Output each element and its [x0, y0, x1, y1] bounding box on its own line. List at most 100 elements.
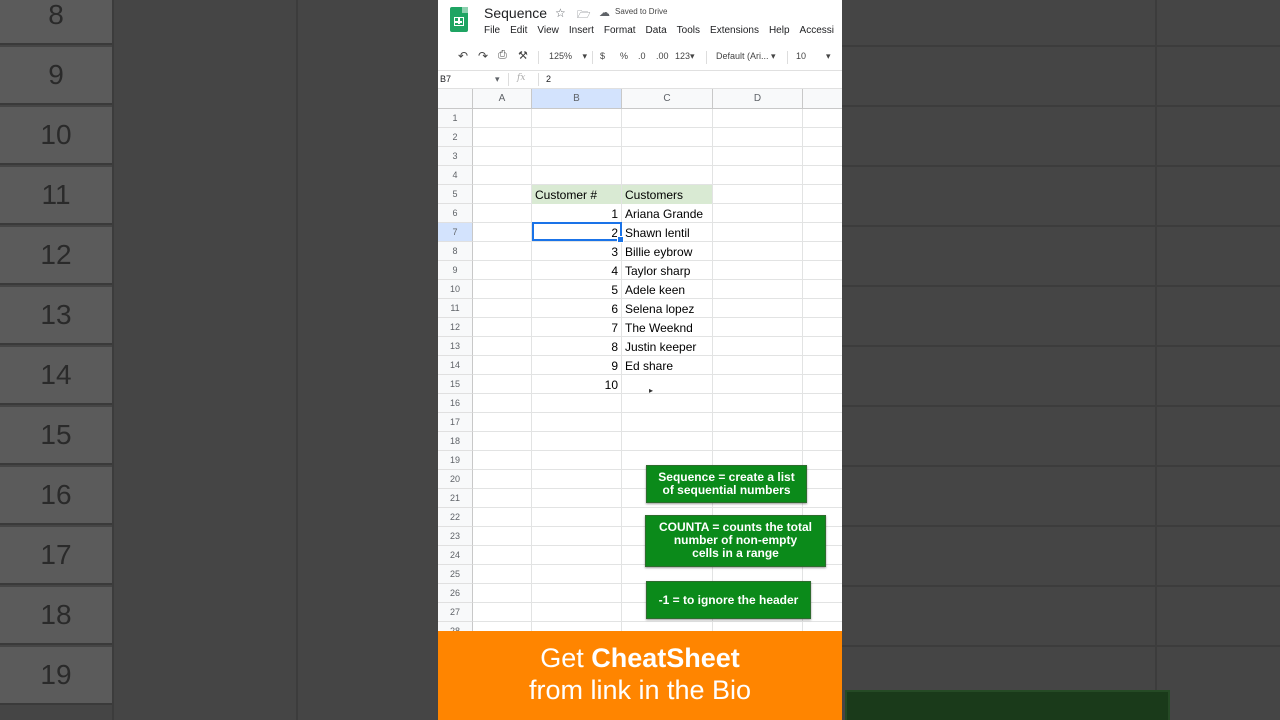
column-header-c[interactable]: C — [622, 89, 713, 109]
font-size-select[interactable]: 10 ▾ — [796, 51, 831, 62]
cell-customer-name[interactable]: The Weeknd — [625, 321, 693, 335]
row-header[interactable]: 13 — [438, 337, 473, 356]
row-header[interactable]: 9 — [438, 261, 473, 280]
banner-line-1: Get CheatSheet — [438, 643, 842, 674]
row-header[interactable]: 6 — [438, 204, 473, 223]
banner-bold-text: CheatSheet — [591, 643, 740, 673]
menu-file[interactable]: File — [484, 25, 500, 36]
column-header-e[interactable] — [803, 89, 842, 109]
cell-customer-number[interactable]: 6 — [532, 302, 620, 316]
cell-customer-name[interactable]: Ed share — [625, 359, 673, 373]
bg-row-line — [842, 45, 1280, 47]
menu-view[interactable]: View — [537, 25, 559, 36]
row-header[interactable]: 11 — [438, 299, 473, 318]
column-header-b[interactable]: B — [532, 89, 622, 109]
undo-icon[interactable]: ↶ — [458, 49, 468, 63]
menu-accessibility[interactable]: Accessi — [800, 25, 834, 36]
font-select[interactable]: Default (Ari... ▾ — [716, 51, 776, 62]
grid-row-line — [473, 222, 842, 223]
row-header[interactable]: 12 — [438, 318, 473, 337]
bg-row-number: 17 — [0, 527, 112, 585]
redo-icon[interactable]: ↷ — [478, 49, 488, 63]
print-icon[interactable]: ⎙ — [498, 49, 507, 62]
bg-row-line — [842, 285, 1280, 287]
document-title[interactable]: Sequence — [484, 5, 547, 21]
currency-button[interactable]: $ — [600, 51, 605, 61]
cell-customer-number[interactable]: 9 — [532, 359, 620, 373]
star-icon[interactable]: ☆ — [555, 6, 566, 20]
row-header[interactable]: 3 — [438, 147, 473, 166]
row-header[interactable]: 5 — [438, 185, 473, 204]
grid-row-line — [473, 146, 842, 147]
row-header[interactable]: 10 — [438, 280, 473, 299]
cell-customer-number[interactable]: 8 — [532, 340, 620, 354]
cell-customer-number[interactable]: 10 — [532, 378, 620, 392]
sheets-logo-icon[interactable] — [450, 7, 468, 32]
row-header[interactable]: 15 — [438, 375, 473, 394]
header-cell-customer-number[interactable]: Customer # — [532, 185, 621, 204]
menu-tools[interactable]: Tools — [677, 25, 700, 36]
cell-customer-name[interactable]: Adele keen — [625, 283, 685, 297]
cell-customer-name[interactable]: Ariana Grande — [625, 207, 703, 221]
menu-data[interactable]: Data — [646, 25, 667, 36]
row-header[interactable]: 21 — [438, 489, 473, 508]
row-header[interactable]: 25 — [438, 565, 473, 584]
cell-customer-name[interactable]: Billie eybrow — [625, 245, 692, 259]
percent-button[interactable]: % — [620, 51, 628, 61]
row-header[interactable]: 8 — [438, 242, 473, 261]
row-header[interactable]: 26 — [438, 584, 473, 603]
row-header[interactable]: 7 — [438, 223, 473, 242]
increase-decimal-button[interactable]: .00 — [656, 51, 669, 61]
row-header[interactable]: 24 — [438, 546, 473, 565]
menu-insert[interactable]: Insert — [569, 25, 594, 36]
selected-cell-b7[interactable] — [532, 222, 624, 243]
cell-customer-number[interactable]: 5 — [532, 283, 620, 297]
bg-row-number: 9 — [0, 47, 112, 105]
grid-row-line — [473, 279, 842, 280]
row-header[interactable]: 17 — [438, 413, 473, 432]
row-header[interactable]: 22 — [438, 508, 473, 527]
formula-bar: B7 ▾ fx 2 — [438, 71, 842, 89]
grid-row-line — [473, 260, 842, 261]
row-header[interactable]: 19 — [438, 451, 473, 470]
row-header[interactable]: 1 — [438, 109, 473, 128]
cell-customer-number[interactable]: 3 — [532, 245, 620, 259]
row-header[interactable]: 28 — [438, 622, 473, 631]
toolbar-divider — [592, 51, 593, 64]
decrease-decimal-button[interactable]: .0 — [638, 51, 646, 61]
cell-customer-name[interactable]: Shawn lentil — [625, 226, 690, 240]
column-header-d[interactable]: D — [713, 89, 803, 109]
zoom-select[interactable]: 125% ▾ — [549, 51, 587, 62]
row-header[interactable]: 18 — [438, 432, 473, 451]
cell-customer-name[interactable]: Justin keeper — [625, 340, 696, 354]
toolbar: ↶ ↷ ⎙ ⚒ 125% ▾ $ % .0 .00 123▾ Default (… — [438, 44, 842, 71]
grid-row-line — [473, 507, 842, 508]
menu-extensions[interactable]: Extensions — [710, 25, 759, 36]
menu-help[interactable]: Help — [769, 25, 790, 36]
more-formats-button[interactable]: 123▾ — [675, 51, 695, 62]
bg-row-number: 19 — [0, 647, 112, 705]
cell-customer-number[interactable]: 7 — [532, 321, 620, 335]
row-header[interactable]: 27 — [438, 603, 473, 622]
header-cell-customers[interactable]: Customers — [622, 185, 712, 204]
name-box[interactable]: B7 — [440, 74, 451, 84]
select-all-corner[interactable] — [438, 89, 473, 109]
cell-customer-name[interactable]: Selena lopez — [625, 302, 694, 316]
paint-format-icon[interactable]: ⚒ — [518, 49, 528, 62]
cell-customer-number[interactable]: 4 — [532, 264, 620, 278]
cell-customer-name[interactable]: Taylor sharp — [625, 264, 690, 278]
bg-row-line — [842, 585, 1280, 587]
row-header[interactable]: 20 — [438, 470, 473, 489]
row-header[interactable]: 23 — [438, 527, 473, 546]
column-header-a[interactable]: A — [473, 89, 532, 109]
formula-input[interactable]: 2 — [546, 74, 551, 84]
row-header[interactable]: 16 — [438, 394, 473, 413]
row-header[interactable]: 2 — [438, 128, 473, 147]
row-header[interactable]: 14 — [438, 356, 473, 375]
row-header[interactable]: 4 — [438, 166, 473, 185]
cell-customer-number[interactable]: 1 — [532, 207, 620, 221]
menu-edit[interactable]: Edit — [510, 25, 527, 36]
move-folder-icon[interactable]: 🗁 — [577, 6, 591, 25]
menu-format[interactable]: Format — [604, 25, 636, 36]
chevron-down-icon[interactable]: ▾ — [495, 74, 500, 85]
